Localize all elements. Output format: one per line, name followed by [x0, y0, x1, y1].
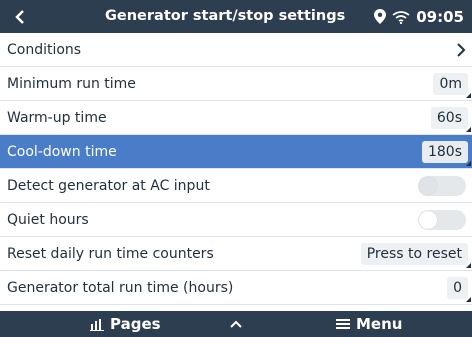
- warm-up-time-value[interactable]: 60s: [430, 106, 471, 132]
- chevron-left-icon: [15, 9, 24, 24]
- title-bar: Generator start/stop settings 09:05: [0, 0, 472, 33]
- warm-up-time-row[interactable]: Warm-up time 60s: [0, 101, 472, 135]
- chevron-up-icon: [230, 320, 242, 328]
- collapse-button[interactable]: [230, 311, 242, 337]
- row-label: Minimum run time: [7, 75, 136, 92]
- cool-down-time-value[interactable]: 180s: [421, 140, 471, 166]
- chevron-right-icon: [456, 42, 466, 57]
- quiet-hours-toggle[interactable]: [418, 209, 466, 230]
- total-run-time-row[interactable]: Generator total run time (hours) 0: [0, 271, 472, 305]
- conditions-row[interactable]: Conditions: [0, 33, 472, 67]
- row-label: Generator total run time (hours): [7, 279, 234, 296]
- bar-chart-icon: [90, 318, 104, 331]
- back-button[interactable]: [0, 0, 40, 33]
- wifi-icon: [392, 10, 410, 24]
- detect-generator-toggle[interactable]: [418, 175, 466, 196]
- detect-generator-row[interactable]: Detect generator at AC input: [0, 169, 472, 203]
- press-to-reset-button[interactable]: Press to reset: [360, 242, 471, 268]
- pages-label: Pages: [110, 315, 161, 333]
- row-label: Reset daily run time counters: [7, 245, 214, 262]
- reset-counters-row[interactable]: Reset daily run time counters Press to r…: [0, 237, 472, 271]
- page-title: Generator start/stop settings: [105, 8, 346, 24]
- row-label: Conditions: [7, 41, 82, 58]
- bottom-bar: Pages Menu: [0, 311, 472, 337]
- pages-button[interactable]: Pages: [90, 311, 161, 337]
- row-label: Detect generator at AC input: [7, 177, 210, 194]
- location-pin-icon: [374, 9, 387, 24]
- row-label: Cool-down time: [7, 143, 117, 160]
- hamburger-menu-icon: [336, 319, 350, 329]
- cool-down-time-row[interactable]: Cool-down time 180s: [0, 135, 472, 169]
- clock: 09:05: [416, 7, 464, 26]
- menu-label: Menu: [356, 315, 403, 333]
- row-label: Warm-up time: [7, 109, 107, 126]
- menu-button[interactable]: Menu: [336, 311, 402, 337]
- settings-list: Conditions Minimum run time 0m Warm-up t…: [0, 33, 472, 305]
- minimum-run-time-row[interactable]: Minimum run time 0m: [0, 67, 472, 101]
- total-run-time-value[interactable]: 0: [447, 276, 471, 302]
- minimum-run-time-value[interactable]: 0m: [433, 72, 471, 98]
- status-area: 09:05: [374, 0, 464, 33]
- row-label: Quiet hours: [7, 211, 89, 228]
- quiet-hours-row[interactable]: Quiet hours: [0, 203, 472, 237]
